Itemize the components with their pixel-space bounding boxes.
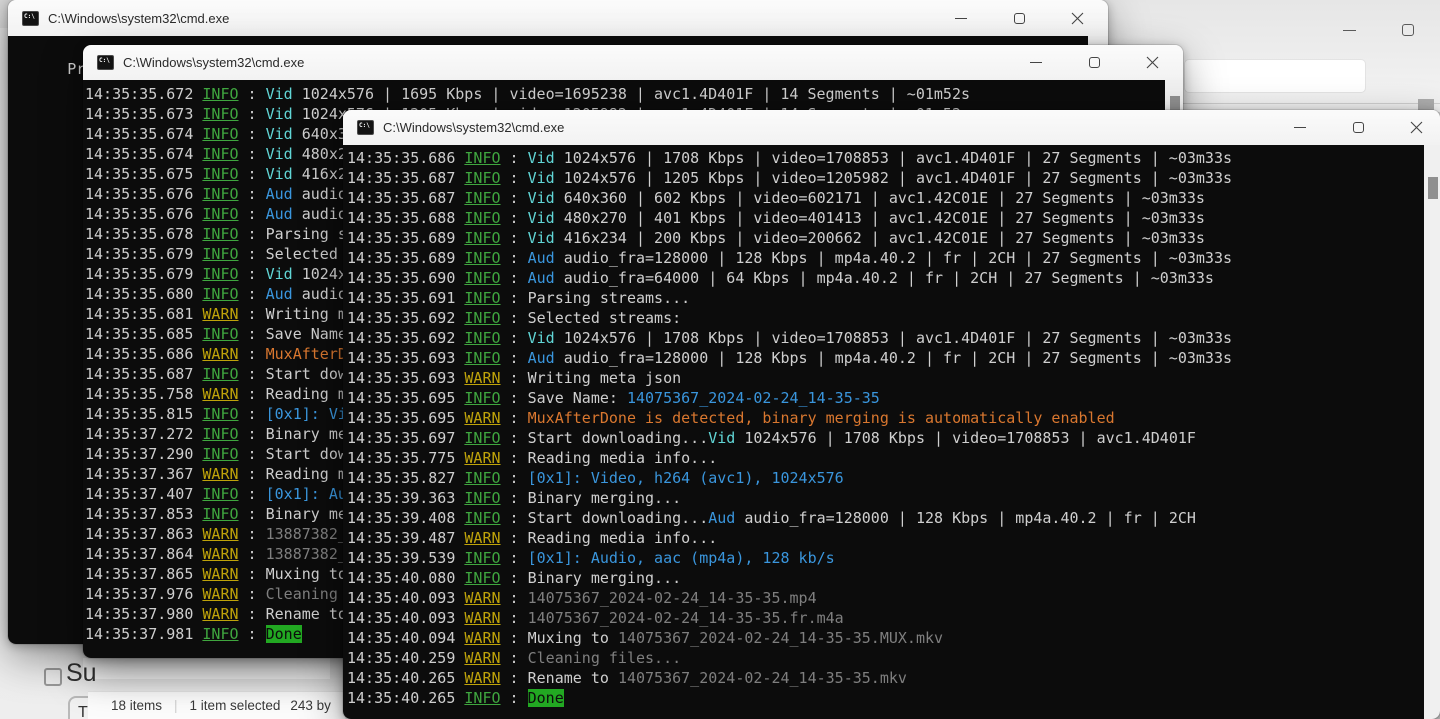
- console-output[interactable]: 14:35:35.686 INFO : Vid 1024x576 | 1708 …: [343, 145, 1440, 719]
- explorer-status-bar: 18 items | 1 item selected 243 by: [88, 691, 345, 719]
- window-title: C:\Windows\system32\cmd.exe: [383, 120, 565, 135]
- explorer-search-input[interactable]: [1185, 60, 1365, 92]
- console-line: 14:35:40.265 INFO : Done: [347, 689, 564, 707]
- status-items-count: 18 items: [111, 698, 163, 713]
- console-line: 14:35:35.687 INFO : Vid 640x360 | 602 Kb…: [347, 189, 1205, 207]
- minimize-icon: [1030, 62, 1042, 63]
- status-selected-count: 1 item selected: [189, 698, 281, 713]
- console-line: 14:35:35.697 INFO : Start downloading...…: [347, 429, 1196, 447]
- status-selected-size: 243 by: [290, 698, 331, 713]
- console-line: 14:35:35.689 INFO : Vid 416x234 | 200 Kb…: [347, 229, 1205, 247]
- console-line: 14:35:39.363 INFO : Binary merging...: [347, 489, 682, 507]
- title-bar[interactable]: C:\ C:\Windows\system32\cmd.exe: [343, 110, 1440, 145]
- console-line: 14:35:35.686 INFO : Vid 1024x576 | 1708 …: [347, 149, 1233, 167]
- console-line: 14:35:35.827 INFO : [0x1]: Video, h264 (…: [347, 469, 844, 487]
- console-line: 14:35:35.689 INFO : Aud audio_fra=128000…: [347, 249, 1233, 267]
- maximize-button[interactable]: [1329, 110, 1387, 145]
- close-icon: [1410, 121, 1422, 134]
- console-line: 14:35:35.687 INFO : Vid 1024x576 | 1205 …: [347, 169, 1233, 187]
- status-divider: |: [174, 698, 178, 713]
- console-line: 14:35:40.093 WARN : 14075367_2024-02-24_…: [347, 589, 817, 607]
- minimize-button[interactable]: [932, 0, 990, 36]
- minimize-icon[interactable]: [1343, 30, 1356, 31]
- title-bar[interactable]: C:\ C:\Windows\system32\cmd.exe: [8, 0, 1108, 36]
- close-button[interactable]: [1048, 0, 1106, 36]
- scrollbar-track[interactable]: [1424, 145, 1440, 719]
- close-button[interactable]: [1123, 45, 1181, 80]
- file-select-checkbox[interactable]: [44, 668, 62, 686]
- console-line: 14:35:40.259 WARN : Cleaning files...: [347, 649, 682, 667]
- minimize-button[interactable]: [1007, 45, 1065, 80]
- console-line: 14:35:35.691 INFO : Parsing streams...: [347, 289, 691, 307]
- title-bar[interactable]: C:\ C:\Windows\system32\cmd.exe: [83, 45, 1183, 80]
- minimize-icon: [955, 17, 967, 19]
- explorer-list-background: [83, 658, 330, 679]
- console-line: 14:35:35.775 WARN : Reading media info..…: [347, 449, 718, 467]
- console-line: 14:35:35.688 INFO : Vid 480x270 | 401 Kb…: [347, 209, 1205, 227]
- console-line: 14:35:40.094 WARN : Muxing to 14075367_2…: [347, 629, 944, 647]
- cmd-app-icon: C:\: [357, 120, 374, 135]
- window-title: C:\Windows\system32\cmd.exe: [123, 55, 305, 70]
- maximize-button[interactable]: [1065, 45, 1123, 80]
- window-title: C:\Windows\system32\cmd.exe: [48, 10, 230, 26]
- desktop: Su Th 18 items | 1 item selected 243 by …: [0, 0, 1440, 719]
- console-line: 14:35:35.693 WARN : Writing meta json: [347, 369, 682, 387]
- close-icon: [1071, 12, 1083, 24]
- maximize-icon[interactable]: [1402, 24, 1414, 36]
- file-name-label: Su: [66, 659, 97, 687]
- console-line: 14:35:40.265 WARN : Rename to 14075367_2…: [347, 669, 907, 687]
- scrollbar-thumb[interactable]: [1428, 177, 1438, 199]
- minimize-button[interactable]: [1271, 110, 1329, 145]
- console-line: 14:35:35.692 INFO : Selected streams:: [347, 309, 682, 327]
- console-line: 14:35:35.693 INFO : Aud audio_fra=128000…: [347, 349, 1233, 367]
- console-line: 14:35:40.080 INFO : Binary merging...: [347, 569, 682, 587]
- explorer-scrollbar-fragment[interactable]: [1418, 99, 1434, 110]
- console-line: 14:35:40.093 WARN : 14075367_2024-02-24_…: [347, 609, 844, 627]
- cmd-window-front: C:\ C:\Windows\system32\cmd.exe 14:35:35…: [343, 110, 1440, 719]
- maximize-button[interactable]: [990, 0, 1048, 36]
- maximize-icon: [1088, 57, 1100, 68]
- console-line: 14:35:39.408 INFO : Start downloading...…: [347, 509, 1196, 527]
- console-line: 14:35:39.487 WARN : Reading media info..…: [347, 529, 718, 547]
- close-icon: [1146, 56, 1158, 69]
- minimize-icon: [1294, 127, 1306, 128]
- console-line: 14:35:35.695 INFO : Save Name: 14075367_…: [347, 389, 880, 407]
- console-line: 14:35:35.672 INFO : Vid 1024x576 | 1695 …: [85, 85, 971, 103]
- cmd-app-icon: C:\: [22, 10, 39, 26]
- console-line: 14:35:35.695 WARN : MuxAfterDone is dete…: [347, 409, 1115, 427]
- close-button[interactable]: [1387, 110, 1440, 145]
- maximize-icon: [1352, 122, 1364, 133]
- maximize-icon: [1013, 12, 1025, 24]
- cmd-app-icon: C:\: [97, 55, 114, 70]
- console-line: 14:35:39.539 INFO : [0x1]: Audio, aac (m…: [347, 549, 835, 567]
- console-line: 14:35:35.690 INFO : Aud audio_fra=64000 …: [347, 269, 1214, 287]
- console-line: 14:35:35.692 INFO : Vid 1024x576 | 1708 …: [347, 329, 1233, 347]
